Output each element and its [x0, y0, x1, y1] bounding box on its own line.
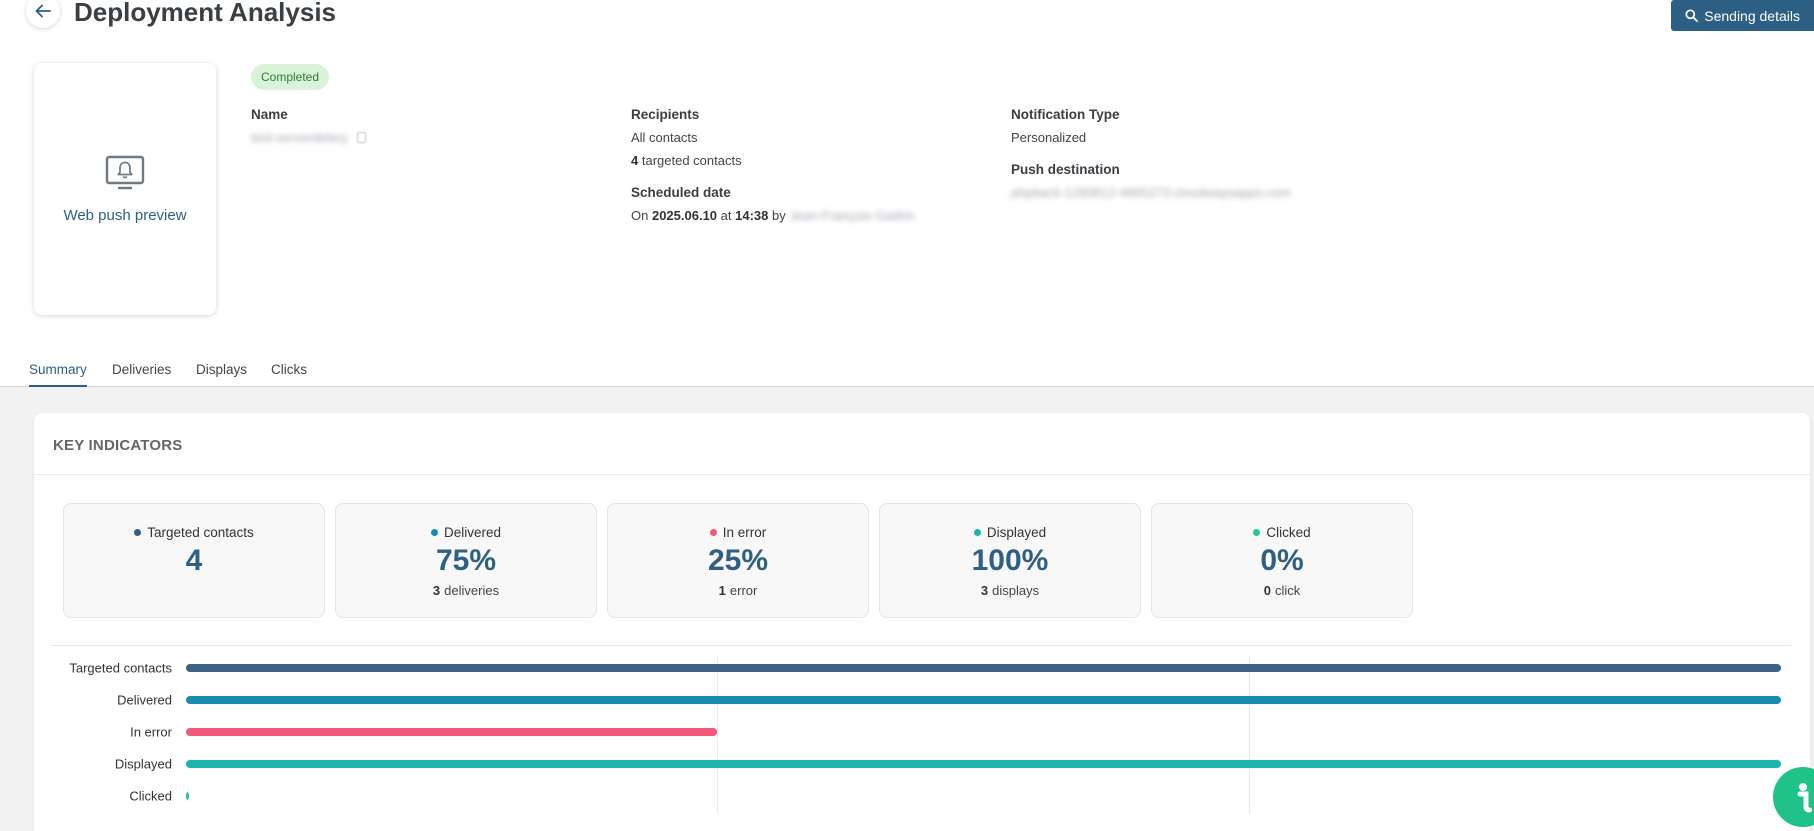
kpi-value: 100% [971, 544, 1049, 577]
kpi-sub: 1 error [608, 583, 868, 598]
kpi-label: Targeted contacts [147, 525, 254, 540]
bar [186, 696, 1781, 704]
scheduled-user: Jean-François Gadrin [789, 208, 915, 223]
tab-deliveries[interactable]: Deliveries [112, 362, 171, 387]
tab-clicks[interactable]: Clicks [271, 362, 307, 387]
kpi-sub-text: click [1274, 583, 1301, 598]
kpi-sub: 0 click [1152, 583, 1412, 598]
key-indicators-bar-chart: Targeted contacts Delivered In error Displa… [69, 656, 1781, 814]
kpi-sub-count: 1 [718, 583, 726, 598]
kpi-displayed: Displayed 100% 3 displays [879, 503, 1141, 618]
scheduled-by: by [772, 208, 786, 223]
bar [186, 664, 1781, 672]
kpi-value: 0% [1260, 544, 1304, 577]
key-indicators-card: KEY INDICATORS Targeted contacts 4 Deliv… [34, 413, 1810, 831]
search-icon [1685, 9, 1699, 22]
divider [34, 474, 1810, 475]
tab-bar: Summary Deliveries Displays Clicks [0, 354, 1814, 387]
scheduled-date: 2025.06.10 [651, 208, 718, 223]
kpi-targeted-contacts: Targeted contacts 4 [63, 503, 325, 618]
info-icon [1797, 783, 1812, 813]
key-indicators-title: KEY INDICATORS [53, 437, 183, 454]
kpi-label: Delivered [443, 525, 502, 540]
kpi-sub: 3 displays [880, 583, 1140, 598]
targeted-contacts-count: 4 [631, 153, 639, 168]
tab-summary[interactable]: Summary [29, 362, 87, 387]
kpi-sub: 3 deliveries [336, 583, 596, 598]
kpi-label: In error [722, 525, 767, 540]
push-destination-value: phpback-1260812-4865273.cloudwaysapps.co… [1011, 184, 1291, 201]
tab-displays[interactable]: Displays [196, 362, 247, 387]
web-push-preview-card[interactable]: Web push preview [34, 63, 216, 315]
dot-icon [709, 529, 717, 536]
dot-icon [134, 529, 142, 536]
bar-label: Delivered [117, 693, 172, 708]
kpi-sub-count: 3 [432, 583, 441, 598]
scheduled-time: 14:38 [735, 208, 769, 223]
recipients-section: Recipients All contacts 4 targeted conta… [631, 107, 914, 230]
notification-type-value: Personalized [1011, 130, 1087, 145]
kpi-in-error: In error 25% 1 error [607, 503, 869, 618]
name-value: test-serverdelery [251, 129, 367, 146]
push-destination-label: Push destination [1011, 162, 1120, 177]
name-section: Name test-serverdelery [251, 107, 367, 152]
bar [186, 760, 1781, 768]
kpi-value: 4 [185, 544, 203, 577]
page-title: Deployment Analysis [74, 0, 337, 27]
push-destination-url: phpback-1260812-4865273.cloudwaysapps.co… [1011, 185, 1291, 200]
arrow-left-icon [35, 4, 51, 18]
web-push-preview-label: Web push preview [63, 206, 187, 224]
kpi-delivered: Delivered 75% 3 deliveries [335, 503, 597, 618]
scheduled-at: at [720, 208, 732, 223]
bar-label: Displayed [115, 757, 172, 772]
recipients-label: Recipients [631, 107, 700, 122]
bar [186, 792, 189, 800]
name-label: Name [251, 107, 288, 122]
recipients-all: All contacts [631, 130, 698, 145]
sending-details-button[interactable]: Sending details [1671, 0, 1814, 31]
dot-icon [430, 529, 438, 536]
targeted-contacts-suffix: targeted contacts [641, 153, 742, 168]
divider [51, 645, 1791, 646]
scheduled-date-label: Scheduled date [631, 185, 731, 200]
kpi-clicked: Clicked 0% 0 click [1151, 503, 1413, 618]
bar [186, 728, 718, 736]
kpi-value: 75% [435, 544, 497, 577]
kpi-value: 25% [707, 544, 769, 577]
dot-icon [973, 529, 981, 536]
targeted-contacts-text: 4 targeted contacts [631, 152, 914, 169]
kpi-sub-text: error [729, 583, 758, 598]
scheduled-prefix: On [631, 208, 649, 223]
scheduled-date-value: On 2025.06.10 at 14:38 by Jean-François … [631, 207, 914, 224]
notification-type-label: Notification Type [1011, 107, 1120, 122]
dot-icon [1253, 529, 1261, 536]
copy-icon[interactable] [357, 132, 367, 143]
bar-label: In error [130, 725, 173, 740]
sending-details-label: Sending details [1704, 7, 1800, 24]
bar-label: Targeted contacts [69, 661, 172, 676]
kpi-sub-count: 3 [980, 583, 989, 598]
back-button[interactable] [26, 0, 60, 28]
kpi-sub-text: deliveries [444, 583, 500, 598]
kpi-label: Clicked [1266, 525, 1311, 540]
notification-section: Notification Type Personalized Push dest… [1011, 107, 1291, 207]
kpi-sub-count: 0 [1263, 583, 1271, 598]
monitor-bell-icon [105, 155, 145, 189]
campaign-name: test-serverdelery [251, 130, 348, 145]
status-badge: Completed [251, 64, 330, 90]
bar-label: Clicked [129, 789, 172, 804]
kpi-sub-text: displays [992, 583, 1040, 598]
kpi-label: Displayed [986, 525, 1047, 540]
